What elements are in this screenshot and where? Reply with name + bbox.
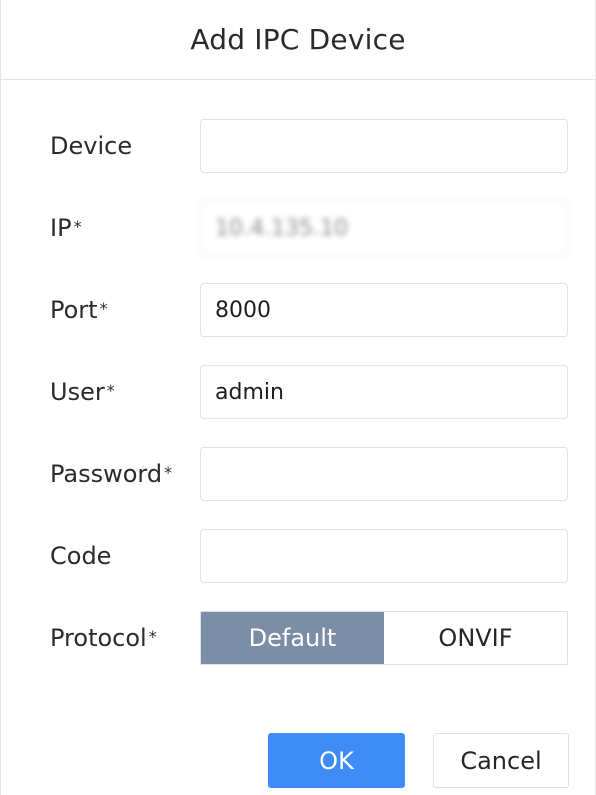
protocol-option-default[interactable]: Default [201, 612, 384, 664]
required-marker: * [106, 381, 115, 400]
code-row: Code [1, 529, 596, 583]
device-input[interactable] [200, 119, 568, 173]
required-marker: * [148, 627, 157, 646]
dialog-header: Add IPC Device [1, 0, 595, 80]
ip-label: IP * [50, 214, 82, 242]
ip-row: IP * [1, 201, 596, 255]
user-input[interactable] [200, 365, 568, 419]
required-marker: * [99, 299, 108, 318]
ip-input[interactable] [200, 201, 568, 255]
password-input[interactable] [200, 447, 568, 501]
port-row: Port * [1, 283, 596, 337]
required-marker: * [73, 217, 82, 236]
device-row: Device [1, 119, 596, 173]
protocol-selector: Default ONVIF [200, 611, 568, 665]
port-label: Port * [50, 296, 108, 324]
user-row: User * [1, 365, 596, 419]
ok-button[interactable]: OK [268, 733, 405, 788]
add-ipc-device-dialog: Add IPC Device Device IP* Port* User* Pa… [0, 0, 596, 795]
code-input[interactable] [200, 529, 568, 583]
dialog-title: Add IPC Device [190, 23, 406, 56]
password-row: Password * [1, 447, 596, 501]
cancel-button[interactable]: Cancel [433, 733, 569, 788]
required-marker: * [164, 463, 173, 482]
code-label: Code [50, 542, 112, 570]
password-label: Password * [50, 460, 173, 488]
protocol-option-onvif[interactable]: ONVIF [384, 612, 567, 664]
protocol-row: Protocol * Default ONVIF [1, 611, 596, 665]
port-input[interactable] [200, 283, 568, 337]
device-label: Device [50, 132, 133, 160]
protocol-label: Protocol * [50, 624, 157, 652]
user-label: User * [50, 378, 115, 406]
